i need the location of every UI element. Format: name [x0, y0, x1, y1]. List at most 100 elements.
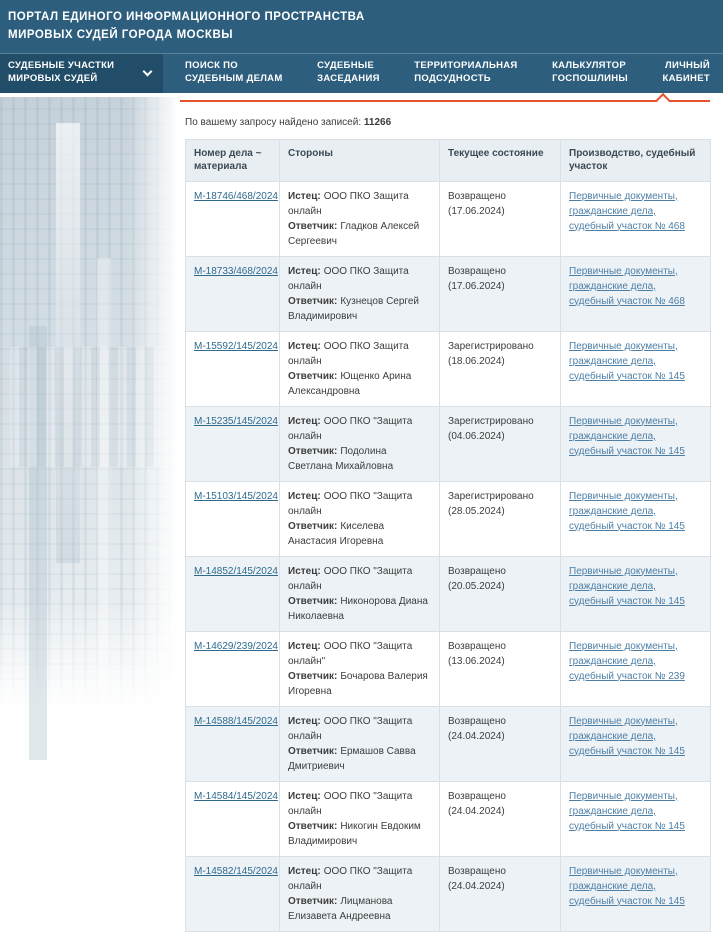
nav-item-territorial-jurisdiction[interactable]: ТЕРРИТОРИАЛЬНАЯ ПОДСУДНОСТЬ [414, 60, 517, 86]
case-number-link[interactable]: М-14582/145/2024 [194, 864, 278, 879]
table-header-row: Номер дела ~ материала Стороны Текущее с… [186, 139, 711, 181]
nav-item-personal-account[interactable]: ЛИЧНЫЙ КАБИНЕТ [663, 60, 710, 86]
plaintiff-label: Истец: [288, 791, 321, 802]
plaintiff-line: Истец:ООО ПКО Защита онлайн [288, 339, 431, 369]
production-cell: Первичные документы, гражданские дела, с… [561, 556, 711, 631]
nav-item-fee-calculator[interactable]: КАЛЬКУЛЯТОР ГОСПОШЛИНЫ [552, 60, 628, 86]
defendant-label: Ответчик: [288, 446, 337, 457]
portal-title-line2: МИРОВЫХ СУДЕЙ ГОРОДА МОСКВЫ [8, 27, 713, 45]
table-row: М-14852/145/2024 Истец:ООО ПКО "Защита о… [186, 556, 711, 631]
column-header-parties: Стороны [280, 139, 440, 181]
parties-cell: Истец:ООО ПКО Защита онлайн Ответчик:Гла… [280, 181, 440, 256]
results-count: 11266 [364, 117, 391, 128]
plaintiff-line: Истец:ООО ПКО "Защита онлайн [288, 489, 431, 519]
case-number-cell: М-18733/468/2024 [186, 256, 280, 331]
production-link[interactable]: Первичные документы, гражданские дела, с… [569, 341, 685, 382]
status-cell: Зарегистрировано (18.06.2024) [440, 331, 561, 406]
production-link[interactable]: Первичные документы, гражданские дела, с… [569, 866, 685, 907]
accent-underline [180, 100, 710, 102]
production-link[interactable]: Первичные документы, гражданские дела, с… [569, 641, 685, 682]
parties-cell: Истец:ООО ПКО "Защита онлайн Ответчик:Ни… [280, 781, 440, 856]
production-cell: Первичные документы, гражданские дела, с… [561, 481, 711, 556]
status-cell: Зарегистрировано (28.05.2024) [440, 481, 561, 556]
case-number-link[interactable]: М-14584/145/2024 [194, 789, 278, 804]
accent-notch [656, 93, 670, 107]
nav-item-label: ТЕРРИТОРИАЛЬНАЯ ПОДСУДНОСТЬ [414, 60, 517, 86]
defendant-label: Ответчик: [288, 671, 337, 682]
defendant-label: Ответчик: [288, 221, 337, 232]
case-number-cell: М-14582/145/2024 [186, 856, 280, 931]
plaintiff-line: Истец:ООО ПКО "Защита онлайн [288, 714, 431, 744]
parties-cell: Истец:ООО ПКО Защита онлайн Ответчик:Куз… [280, 256, 440, 331]
case-number-link[interactable]: М-18733/468/2024 [194, 264, 278, 279]
plaintiff-label: Истец: [288, 266, 321, 277]
table-row: М-15592/145/2024 Истец:ООО ПКО Защита он… [186, 331, 711, 406]
production-link[interactable]: Первичные документы, гражданские дела, с… [569, 191, 685, 232]
case-number-cell: М-15235/145/2024 [186, 406, 280, 481]
production-cell: Первичные документы, гражданские дела, с… [561, 856, 711, 931]
plaintiff-label: Истец: [288, 191, 321, 202]
production-link[interactable]: Первичные документы, гражданские дела, с… [569, 791, 685, 832]
case-number-link[interactable]: М-14588/145/2024 [194, 714, 278, 729]
defendant-line: Ответчик:Бочарова Валерия Игоревна [288, 669, 431, 699]
nav-item-label: СУДЕБНЫЕ УЧАСТКИ МИРОВЫХ СУДЕЙ [8, 60, 114, 86]
defendant-line: Ответчик:Ющенко Арина Александровна [288, 369, 431, 399]
case-number-link[interactable]: М-15235/145/2024 [194, 414, 278, 429]
status-cell: Возвращено (17.06.2024) [440, 181, 561, 256]
parties-cell: Истец:ООО ПКО "Защита онлайн Ответчик:Ли… [280, 856, 440, 931]
table-row: М-15103/145/2024 Истец:ООО ПКО "Защита о… [186, 481, 711, 556]
defendant-label: Ответчик: [288, 896, 337, 907]
status-cell: Зарегистрировано (04.06.2024) [440, 406, 561, 481]
defendant-line: Ответчик:Никогин Евдоким Владимирович [288, 819, 431, 849]
status-cell: Возвращено (20.05.2024) [440, 556, 561, 631]
parties-cell: Истец:ООО ПКО "Защита онлайн Ответчик:Ки… [280, 481, 440, 556]
defendant-line: Ответчик:Лицманова Елизавета Андреевна [288, 894, 431, 924]
plaintiff-label: Истец: [288, 866, 321, 877]
plaintiff-label: Истец: [288, 416, 321, 427]
plaintiff-line: Истец:ООО ПКО Защита онлайн [288, 189, 431, 219]
column-header-production: Производство, судебный участок [561, 139, 711, 181]
case-number-cell: М-14852/145/2024 [186, 556, 280, 631]
city-background-image [0, 97, 178, 710]
nav-item-court-sections[interactable]: СУДЕБНЫЕ УЧАСТКИ МИРОВЫХ СУДЕЙ [0, 54, 163, 93]
results-table: Номер дела ~ материала Стороны Текущее с… [185, 139, 711, 932]
production-cell: Первичные документы, гражданские дела, с… [561, 331, 711, 406]
status-cell: Возвращено (24.04.2024) [440, 706, 561, 781]
table-row: М-18733/468/2024 Истец:ООО ПКО Защита он… [186, 256, 711, 331]
nav-item-case-search[interactable]: ПОИСК ПО СУДЕБНЫМ ДЕЛАМ [185, 60, 283, 86]
defendant-label: Ответчик: [288, 296, 337, 307]
case-number-link[interactable]: М-14629/239/2024 [194, 639, 278, 654]
results-summary: По вашему запросу найдено записей: 11266 [185, 117, 710, 128]
plaintiff-label: Истец: [288, 341, 321, 352]
defendant-line: Ответчик:Гладков Алексей Сергеевич [288, 219, 431, 249]
production-link[interactable]: Первичные документы, гражданские дела, с… [569, 716, 685, 757]
production-cell: Первичные документы, гражданские дела, с… [561, 256, 711, 331]
production-link[interactable]: Первичные документы, гражданские дела, с… [569, 566, 685, 607]
column-header-case-number: Номер дела ~ материала [186, 139, 280, 181]
production-link[interactable]: Первичные документы, гражданские дела, с… [569, 491, 685, 532]
search-results-area: По вашему запросу найдено записей: 11266… [185, 117, 710, 932]
case-number-cell: М-14629/239/2024 [186, 631, 280, 706]
table-row: М-14588/145/2024 Истец:ООО ПКО "Защита о… [186, 706, 711, 781]
production-link[interactable]: Первичные документы, гражданские дела, с… [569, 266, 685, 307]
column-header-status: Текущее состояние [440, 139, 561, 181]
production-cell: Первичные документы, гражданские дела, с… [561, 181, 711, 256]
defendant-label: Ответчик: [288, 596, 337, 607]
defendant-label: Ответчик: [288, 821, 337, 832]
portal-header: ПОРТАЛ ЕДИНОГО ИНФОРМАЦИОННОГО ПРОСТРАНС… [0, 0, 723, 53]
nav-item-label: СУДЕБНЫЕ ЗАСЕДАНИЯ [317, 60, 380, 86]
defendant-line: Ответчик:Подолина Светлана Михайловна [288, 444, 431, 474]
case-number-cell: М-14588/145/2024 [186, 706, 280, 781]
table-row: М-14584/145/2024 Истец:ООО ПКО "Защита о… [186, 781, 711, 856]
status-cell: Возвращено (13.06.2024) [440, 631, 561, 706]
case-number-link[interactable]: М-15592/145/2024 [194, 339, 278, 354]
case-number-link[interactable]: М-15103/145/2024 [194, 489, 278, 504]
portal-title-line1: ПОРТАЛ ЕДИНОГО ИНФОРМАЦИОННОГО ПРОСТРАНС… [8, 9, 713, 27]
defendant-line: Ответчик:Никонорова Диана Николаевна [288, 594, 431, 624]
case-number-link[interactable]: М-18746/468/2024 [194, 189, 278, 204]
production-link[interactable]: Первичные документы, гражданские дела, с… [569, 416, 685, 457]
nav-item-hearings[interactable]: СУДЕБНЫЕ ЗАСЕДАНИЯ [317, 60, 380, 86]
chevron-down-icon [143, 67, 153, 77]
case-number-link[interactable]: М-14852/145/2024 [194, 564, 278, 579]
nav-items-group: ПОИСК ПО СУДЕБНЫМ ДЕЛАМ СУДЕБНЫЕ ЗАСЕДАН… [163, 54, 723, 93]
